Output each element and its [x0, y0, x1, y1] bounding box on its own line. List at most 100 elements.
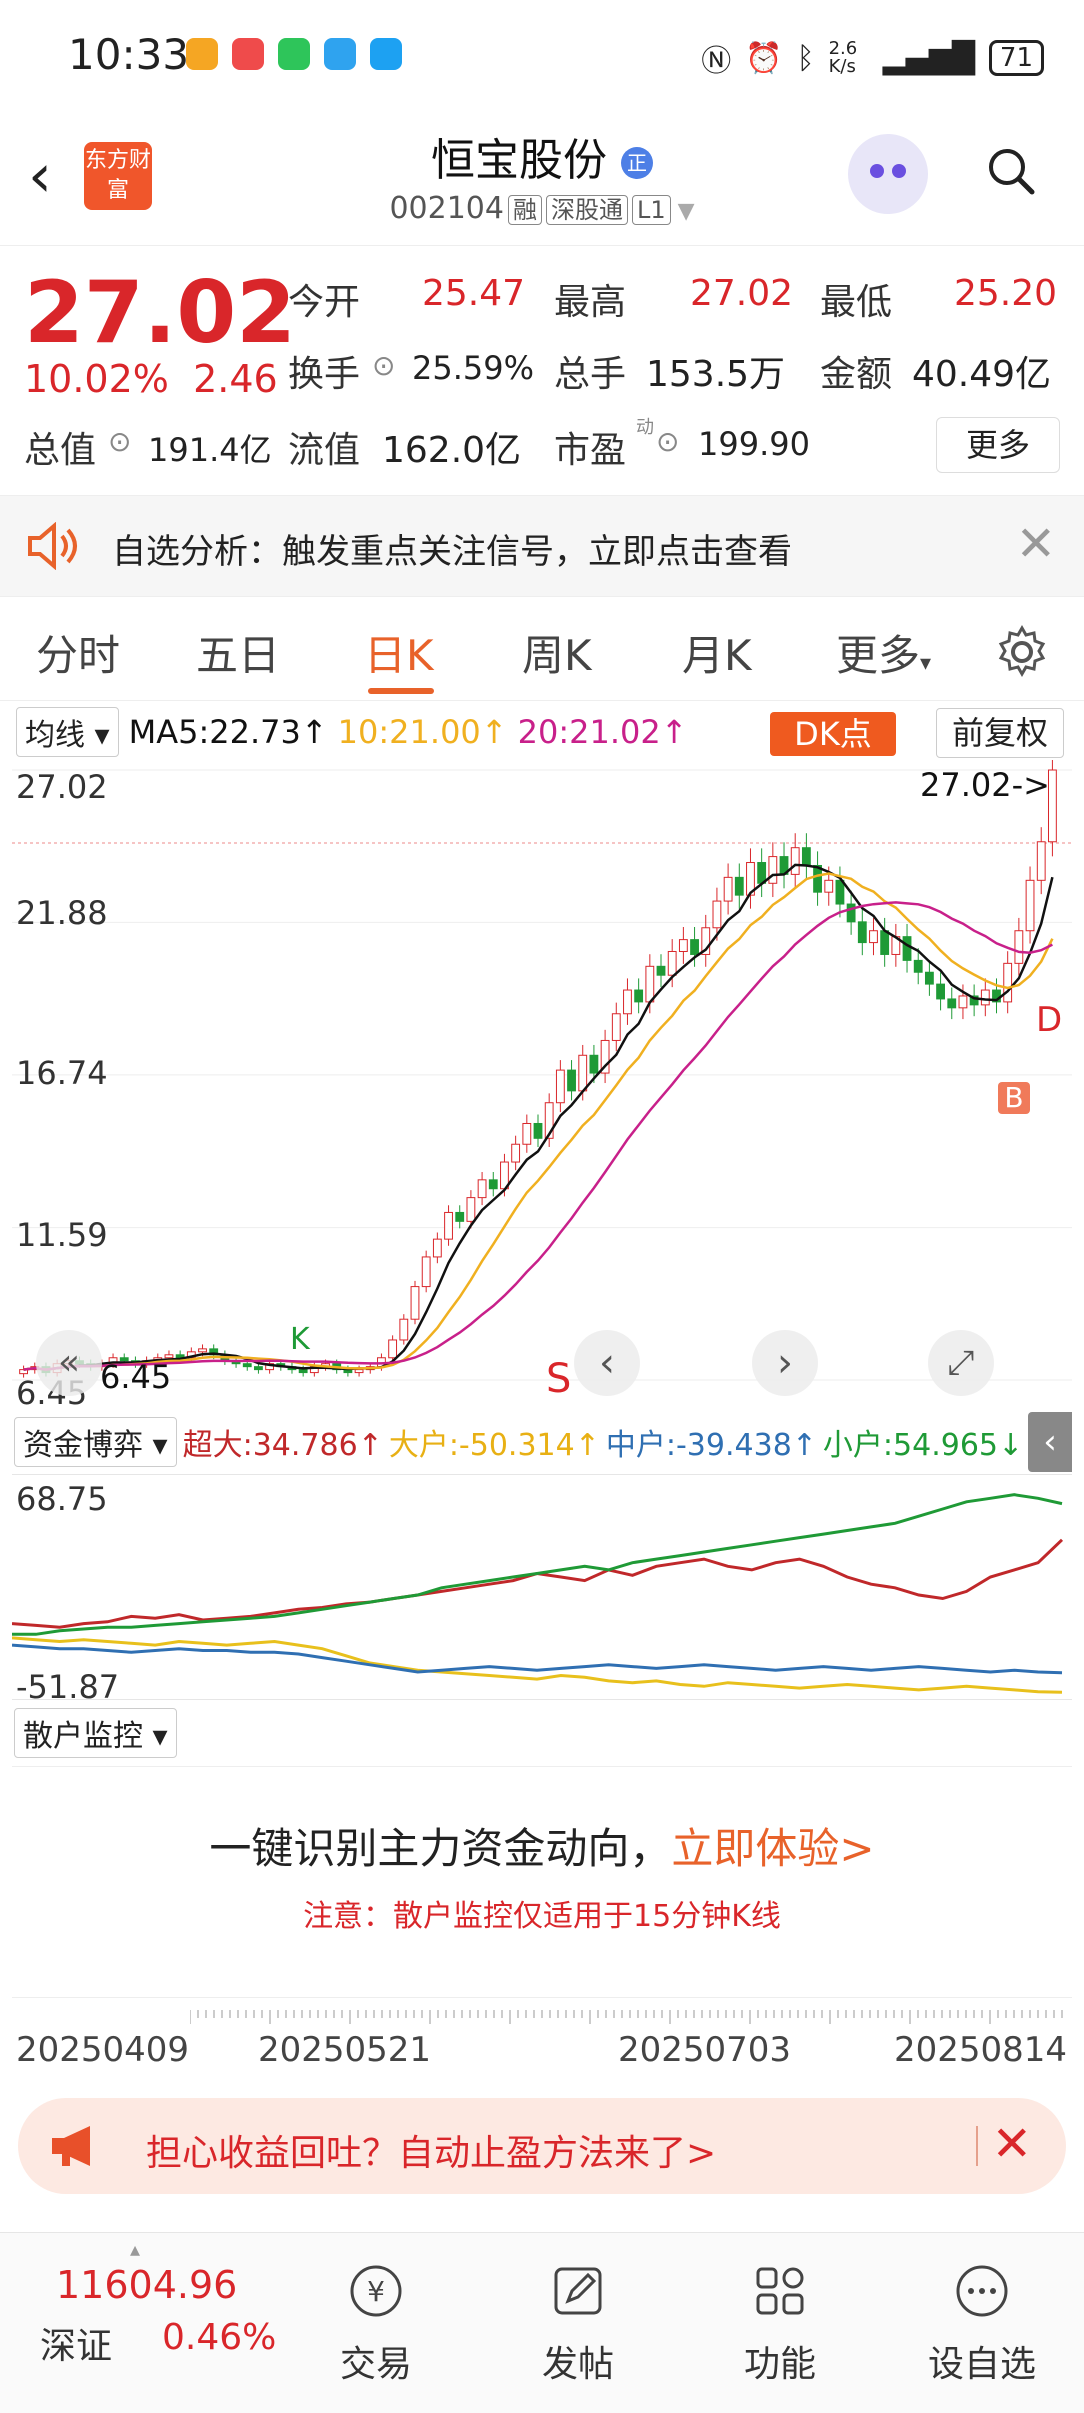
close-icon[interactable]: ✕ [992, 2116, 1032, 2172]
pe-superscript: 动 [636, 417, 654, 438]
y-tick-3: 16.74 [16, 1054, 108, 1092]
candle [645, 965, 655, 1003]
retail-monitor-select[interactable]: 散户监控 ▾ [14, 1708, 177, 1758]
search-icon[interactable] [986, 146, 1036, 196]
candle [388, 1339, 398, 1359]
settings-gear-icon[interactable] [994, 624, 1050, 680]
candle [567, 1069, 576, 1092]
candle [611, 1013, 621, 1041]
medium-value: 中户:-39.438↑ [605, 1428, 817, 1463]
index-value[interactable]: 11604.96 [56, 2263, 237, 2307]
nav-post[interactable]: 发帖 [498, 2233, 658, 2413]
high-label: 最高 [554, 282, 627, 323]
nav-trade[interactable]: ¥ 交易 [296, 2233, 456, 2413]
date-ticks [190, 2010, 1063, 2024]
zoom-out-button[interactable]: « [36, 1330, 102, 1396]
candle [555, 1069, 565, 1104]
stock-name: 恒宝股份 [431, 135, 607, 186]
grid-icon [756, 2267, 804, 2315]
message-icon [324, 38, 356, 70]
ma-select[interactable]: 均线 ▾ [16, 707, 119, 757]
small-value: 小户:54.965↓ [822, 1428, 1024, 1463]
search-app-icon [370, 38, 402, 70]
analysis-alert[interactable]: 自选分析：触发重点关注信号，立即点击查看 ✕ [0, 495, 1084, 597]
signal-icon: ▂▄▆█ [882, 40, 975, 76]
low-value: 25.20 [954, 273, 1058, 314]
open-label: 今开 [288, 282, 361, 323]
candle [1025, 879, 1035, 932]
candle [1014, 930, 1024, 964]
candle [656, 965, 666, 976]
tag-level: L1 [631, 195, 671, 225]
banner-text[interactable]: 担心收益回吐？自动止盈方法来了> [146, 2124, 716, 2176]
candle [634, 989, 644, 1003]
candle [857, 921, 867, 944]
date-axis: 20250409 20250521 20250703 20250814 [0, 2010, 1084, 2080]
stock-header: ‹ 东方财富 恒宝股份 正 002104 融深股通 L1 ▼ [0, 110, 1084, 246]
candle [354, 1369, 364, 1374]
candle [522, 1122, 532, 1145]
take-profit-banner[interactable]: 担心收益回吐？自动止盈方法来了> ✕ [18, 2098, 1066, 2194]
nav-trade-label: 交易 [339, 2344, 412, 2385]
nav-add-watchlist[interactable]: 设自选 [902, 2233, 1062, 2413]
app-notification-icon [186, 38, 218, 70]
tab-monthly-k[interactable]: 月K [682, 622, 752, 683]
super-large-line [12, 1538, 1064, 1629]
amount-value: 40.49亿 [912, 354, 1052, 395]
tab-weekly-k[interactable]: 周K [522, 622, 592, 683]
retail-monitor-promo[interactable]: 一键识别主力资金动向，立即体验> 注意：散户监控仅适用于15分钟K线 [12, 1766, 1072, 1998]
super-large-value: 超大:34.786↑ [182, 1428, 383, 1463]
info-icon[interactable]: ⊙ [108, 425, 131, 458]
tag-connect: 深股通 [545, 195, 628, 225]
tab-intraday[interactable]: 分时 [36, 622, 120, 683]
fund-flow-chart[interactable] [12, 1474, 1072, 1700]
promo-main: 一键识别主力资金动向， [209, 1824, 672, 1873]
promo-note: 注意：散户监控仅适用于15分钟K线 [303, 1899, 781, 1934]
info-icon[interactable]: ⊙ [656, 425, 679, 458]
tab-more[interactable]: 更多▾ [836, 622, 931, 683]
kline-chart[interactable] [12, 760, 1072, 1400]
expand-caret-icon[interactable]: ▴ [130, 2237, 140, 2261]
assistant-robot-icon[interactable] [848, 134, 928, 214]
tab-five-day[interactable]: 五日 [196, 622, 280, 683]
candle [466, 1197, 476, 1222]
nav-functions[interactable]: 功能 [700, 2233, 860, 2413]
fullscreen-icon[interactable]: ⤢ [928, 1330, 994, 1396]
scroll-left-button[interactable]: ‹ [574, 1330, 640, 1396]
dk-point-button[interactable]: DK点 [770, 712, 896, 756]
candle [902, 936, 912, 961]
pe-label: 市盈 [554, 430, 627, 471]
candle [623, 989, 632, 1015]
status-time: 10:33 [68, 30, 190, 79]
last-price-tag: 27.02-> [920, 766, 1050, 804]
low-price-tag: 6.45 [100, 1358, 172, 1396]
candle [734, 876, 744, 896]
tab-daily-k[interactable]: 日K [364, 622, 434, 683]
more-button[interactable]: 更多 [936, 417, 1060, 473]
net-speed: 2.6 K/s [828, 38, 858, 77]
scroll-right-button[interactable]: › [752, 1330, 818, 1396]
info-icon[interactable]: ⊙ [372, 349, 395, 382]
close-icon[interactable]: ✕ [1016, 516, 1056, 572]
alert-text[interactable]: 自选分析：触发重点关注信号，立即点击查看 [112, 524, 792, 573]
ma-legend: 均线 ▾ MA5:22.73↑ 10:21.00↑ 20:21.02↑ [16, 707, 688, 757]
promo-link[interactable]: 立即体验> [671, 1824, 874, 1873]
buy-marker: B [998, 1082, 1030, 1114]
promo-main-text: 一键识别主力资金动向，立即体验> [12, 1815, 1072, 1876]
adjust-button[interactable]: 前复权 [936, 708, 1064, 758]
candle [589, 1054, 599, 1074]
candle [712, 900, 722, 929]
float-cap-value: 162.0亿 [382, 430, 522, 471]
wechat-icon [278, 38, 310, 70]
index-pct[interactable]: 0.46% [162, 2317, 276, 2358]
candle [913, 959, 923, 973]
y-tick-1: 27.02 [16, 768, 108, 806]
megaphone-icon [52, 2126, 90, 2166]
index-name[interactable]: 深证 [40, 2317, 112, 2369]
large-line [12, 1636, 1063, 1694]
collapse-arrow-icon[interactable]: ‹ [1028, 1412, 1072, 1472]
banner-separator [976, 2126, 978, 2166]
fund-y-bottom: -51.87 [16, 1668, 120, 1706]
ma20-value: 20:21.02↑ [517, 713, 688, 751]
fund-select[interactable]: 资金博弈 ▾ [14, 1417, 177, 1467]
